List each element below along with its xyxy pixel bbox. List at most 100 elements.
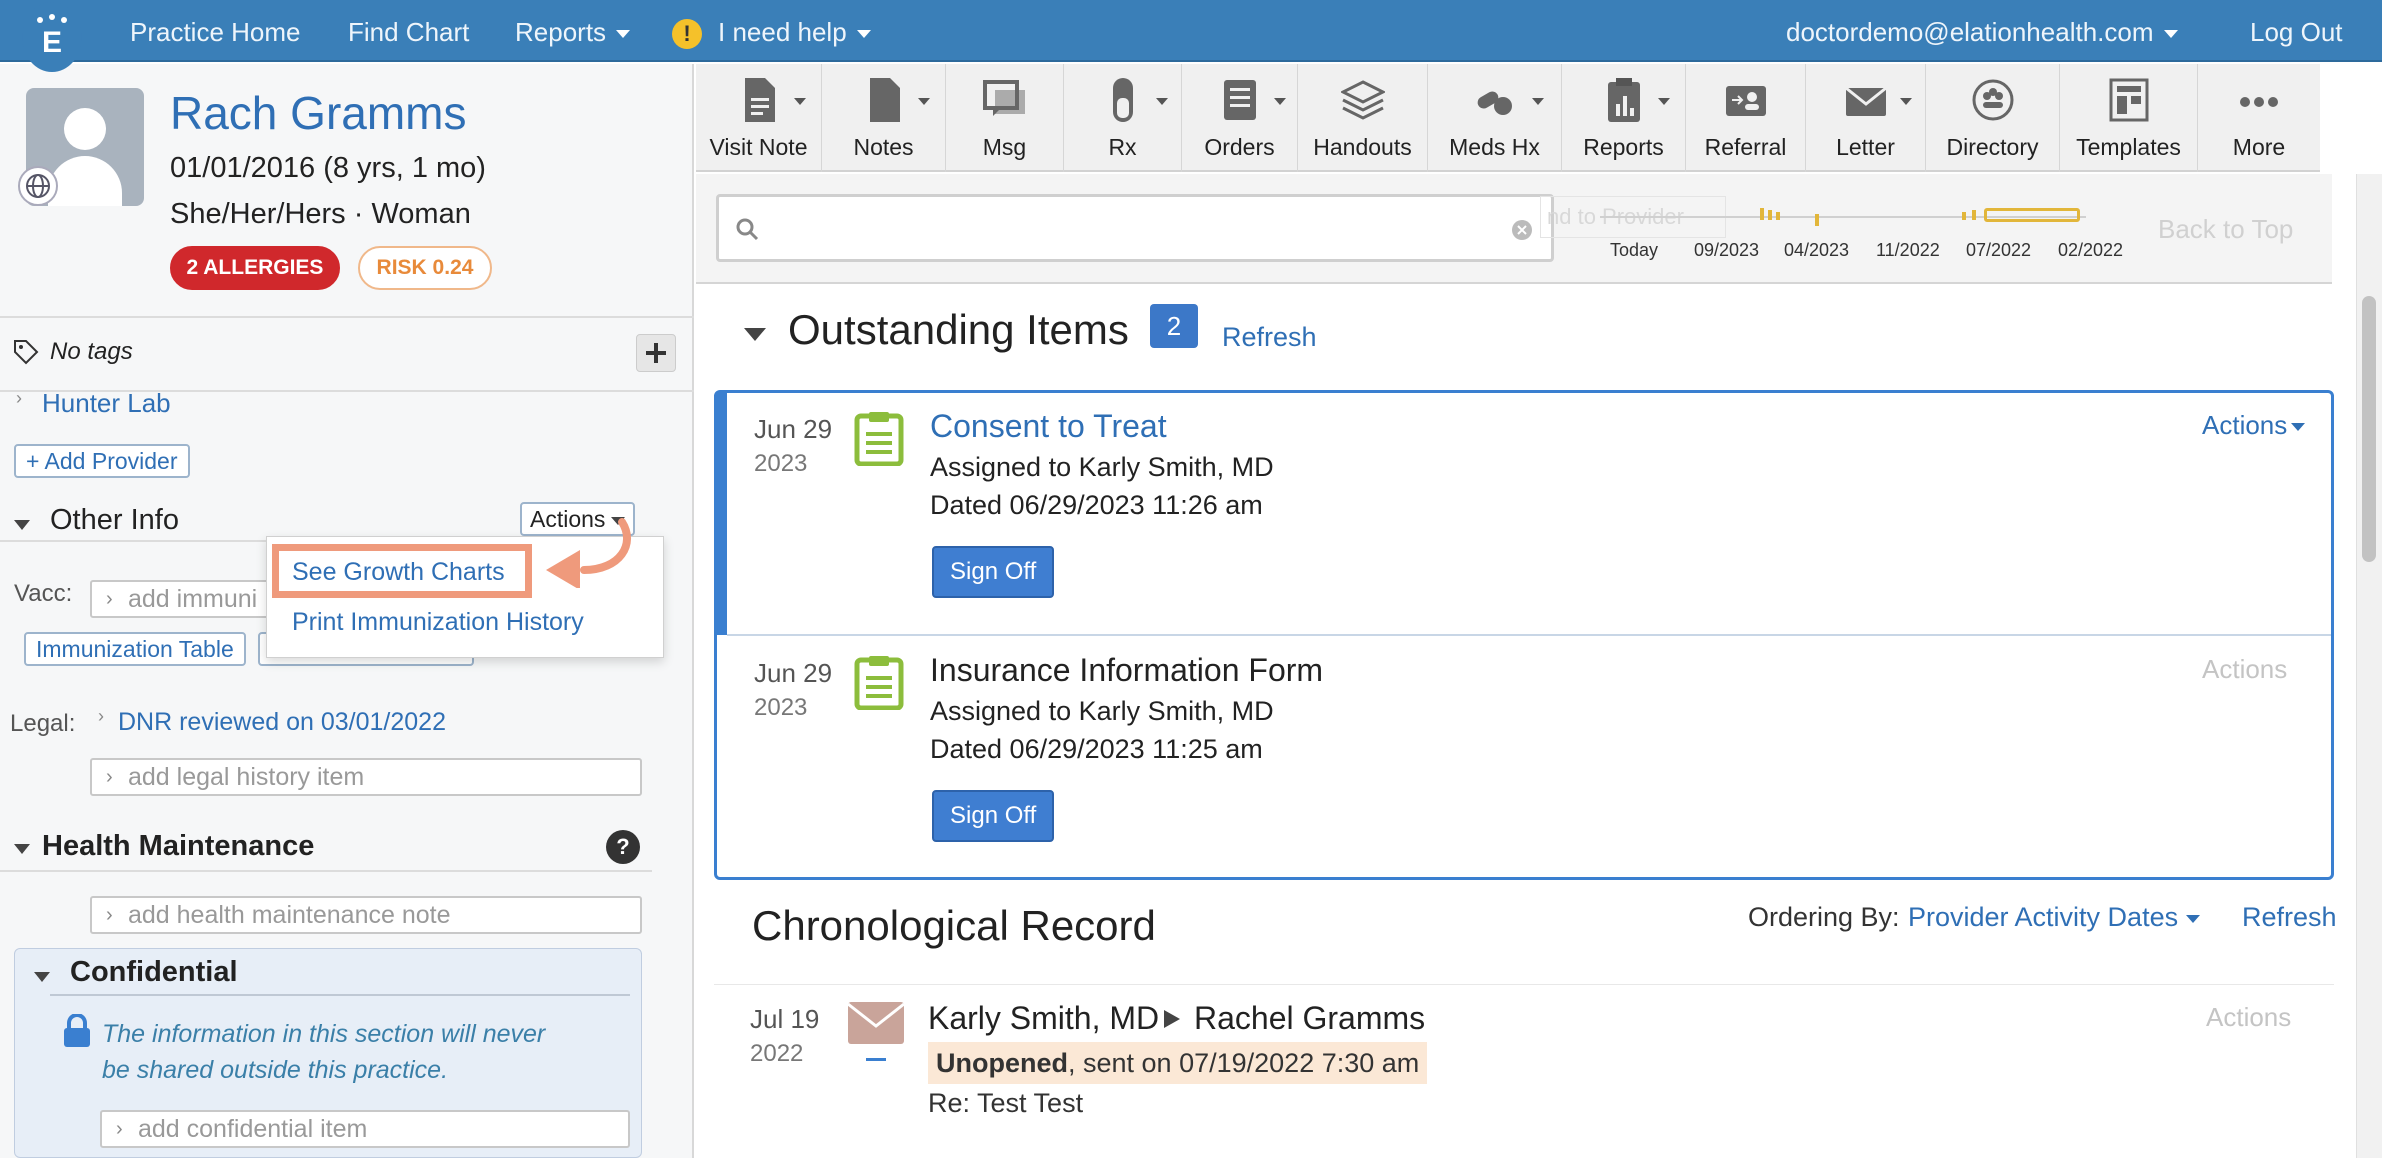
item-title-link[interactable]: Consent to Treat bbox=[930, 408, 1167, 445]
immunization-input[interactable]: › add immuni bbox=[90, 580, 290, 618]
orders-button[interactable]: Orders bbox=[1182, 64, 1298, 172]
timeline-marker bbox=[1768, 210, 1772, 220]
back-to-top-link[interactable]: Back to Top bbox=[2158, 214, 2293, 245]
envelope-icon bbox=[1844, 86, 1887, 116]
clipboard-icon bbox=[854, 654, 904, 715]
collapse-triangle-icon[interactable] bbox=[14, 516, 30, 534]
toolbar-label: Directory bbox=[1946, 134, 2039, 160]
entry-actions-button[interactable]: Actions bbox=[2206, 1002, 2291, 1033]
see-growth-charts-item[interactable]: See Growth Charts bbox=[292, 558, 505, 587]
dnr-link[interactable]: DNR reviewed on 03/01/2022 bbox=[118, 708, 446, 737]
visit-note-button[interactable]: Visit Note bbox=[696, 64, 822, 172]
add-provider-button[interactable]: + Add Provider bbox=[14, 444, 190, 478]
chevron-down-icon bbox=[1900, 98, 1912, 105]
letter-button[interactable]: Letter bbox=[1806, 64, 1926, 172]
health-maintenance-input[interactable]: › add health maintenance note bbox=[90, 896, 642, 934]
patient-dob: 01/01/2016 (8 yrs, 1 mo) bbox=[170, 152, 486, 184]
chevron-down-icon bbox=[856, 30, 871, 39]
reports-button[interactable]: Reports bbox=[1562, 64, 1686, 172]
tag-icon bbox=[12, 338, 40, 371]
confidential-note-line1: The information in this section will nev… bbox=[102, 1020, 546, 1048]
clear-icon[interactable] bbox=[1511, 219, 1533, 241]
confidential-input[interactable]: › add confidential item bbox=[100, 1110, 630, 1148]
immunization-table-button[interactable]: Immunization Table bbox=[24, 632, 246, 666]
warning-icon: ! bbox=[672, 19, 702, 50]
sign-off-button[interactable]: Sign Off bbox=[932, 790, 1055, 842]
print-immunization-history-item[interactable]: Print Immunization History bbox=[292, 608, 584, 637]
item-actions-button[interactable]: Actions bbox=[2202, 654, 2287, 685]
nav-find-chart[interactable]: Find Chart bbox=[348, 0, 469, 62]
scrollbar-thumb[interactable] bbox=[2362, 296, 2376, 562]
sign-off-button[interactable]: Sign Off bbox=[932, 546, 1055, 598]
collapse-triangle-icon[interactable] bbox=[744, 326, 766, 344]
legal-history-input[interactable]: › add legal history item bbox=[90, 758, 642, 796]
nav-reports[interactable]: Reports bbox=[515, 0, 631, 62]
logout-link[interactable]: Log Out bbox=[2250, 0, 2343, 62]
nav-help-label: I need help bbox=[718, 17, 847, 47]
item-assigned: Assigned to Karly Smith, MD bbox=[930, 696, 1274, 726]
entry-year: 2022 bbox=[750, 1040, 804, 1067]
timeline-range-selector[interactable] bbox=[1984, 208, 2080, 222]
item-actions-button[interactable]: Actions bbox=[2202, 410, 2306, 441]
elation-logo-icon[interactable]: E bbox=[22, 2, 82, 72]
patient-name[interactable]: Rach Gramms bbox=[170, 86, 466, 140]
pill-icon bbox=[1112, 78, 1133, 122]
directory-icon bbox=[1972, 79, 2013, 121]
referral-button[interactable]: Referral bbox=[1686, 64, 1806, 172]
chevron-right-icon: › bbox=[98, 706, 104, 726]
patient-pronouns: She/Her/Hers · Woman bbox=[170, 198, 471, 230]
more-button[interactable]: More bbox=[2198, 64, 2320, 172]
timeline-label: 04/2023 bbox=[1784, 240, 1850, 260]
clipboard-icon bbox=[854, 410, 904, 471]
chevron-down-icon bbox=[1658, 98, 1670, 105]
toolbar-label: Reports bbox=[1583, 134, 1664, 160]
other-info-title: Other Info bbox=[50, 504, 179, 536]
item-dated: Dated 06/29/2023 11:26 am bbox=[930, 490, 1263, 520]
globe-icon[interactable] bbox=[18, 166, 58, 206]
immunization-placeholder: add immuni bbox=[128, 585, 258, 613]
help-icon[interactable]: ? bbox=[606, 830, 640, 864]
nav-practice-home[interactable]: Practice Home bbox=[130, 0, 301, 62]
notes-button[interactable]: Notes bbox=[822, 64, 946, 172]
meds-hx-button[interactable]: Meds Hx bbox=[1428, 64, 1562, 172]
risk-badge[interactable]: RISK 0.24 bbox=[358, 246, 492, 290]
svg-text:E: E bbox=[42, 26, 62, 56]
timeline-marker bbox=[1776, 212, 1780, 220]
user-email: doctordemo@elationhealth.com bbox=[1786, 17, 2154, 47]
more-dots-icon bbox=[2240, 97, 2278, 107]
templates-icon bbox=[2109, 78, 2148, 122]
provider-link[interactable]: Hunter Lab bbox=[42, 388, 171, 419]
item-title[interactable]: Insurance Information Form bbox=[930, 652, 1323, 689]
divider bbox=[0, 870, 652, 872]
handouts-button[interactable]: Handouts bbox=[1298, 64, 1428, 172]
outstanding-refresh-link[interactable]: Refresh bbox=[1222, 322, 1317, 353]
directory-button[interactable]: Directory bbox=[1926, 64, 2060, 172]
item-year: 2023 bbox=[754, 694, 808, 721]
chart-search-input[interactable] bbox=[716, 194, 1554, 262]
document-icon bbox=[869, 78, 900, 122]
chrono-refresh-link[interactable]: Refresh bbox=[2242, 902, 2337, 933]
entry-subject: Re: Test Test bbox=[928, 1088, 1084, 1118]
nav-help[interactable]: ! I need help bbox=[672, 0, 871, 62]
add-tag-button[interactable] bbox=[636, 334, 676, 372]
legal-placeholder: add legal history item bbox=[128, 763, 365, 791]
collapse-triangle-icon[interactable] bbox=[14, 840, 30, 858]
rx-button[interactable]: Rx bbox=[1064, 64, 1182, 172]
ordering-value: Provider Activity Dates bbox=[1908, 902, 2179, 932]
ordering-dropdown[interactable]: Provider Activity Dates bbox=[1908, 902, 2201, 933]
toolbar-label: Orders bbox=[1204, 134, 1275, 160]
search-icon bbox=[736, 218, 759, 241]
chart-toolbar: Visit Note Notes Msg Rx Orders Handouts … bbox=[696, 64, 2320, 172]
chevron-down-icon bbox=[794, 98, 806, 105]
nav-user-menu[interactable]: doctordemo@elationhealth.com bbox=[1786, 0, 2178, 62]
unopened-label: Unopened bbox=[936, 1048, 1068, 1078]
collapse-triangle-icon[interactable] bbox=[34, 968, 50, 986]
allergies-badge[interactable]: 2 ALLERGIES bbox=[170, 246, 340, 290]
envelope-icon bbox=[846, 998, 906, 1069]
entry-to[interactable]: Rachel Gramms bbox=[1194, 1000, 1425, 1037]
plus-icon bbox=[646, 343, 666, 363]
entry-from[interactable]: Karly Smith, MD bbox=[928, 1000, 1159, 1037]
templates-button[interactable]: Templates bbox=[2060, 64, 2198, 172]
msg-button[interactable]: Msg bbox=[946, 64, 1064, 172]
annotation-arrow-icon bbox=[540, 518, 650, 593]
